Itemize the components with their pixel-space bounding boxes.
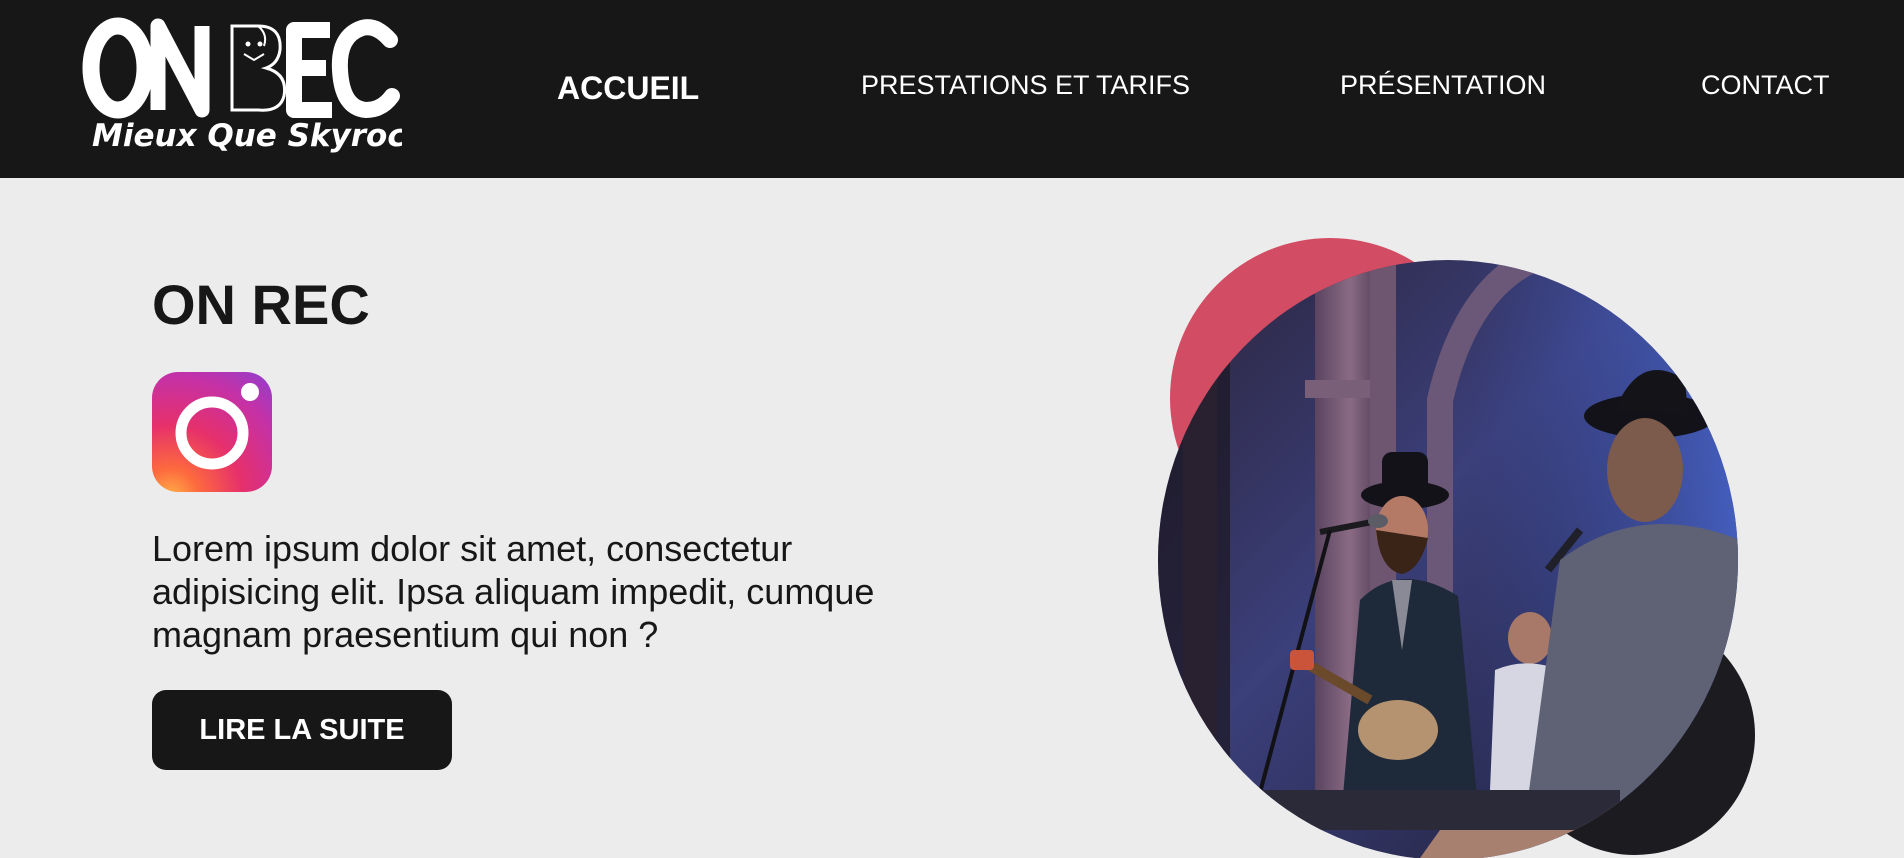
hero-title: ON REC [152,273,370,336]
nav-link-prestations-tarifs[interactable]: PRESTATIONS ET TARIFS [861,70,1190,101]
read-more-button[interactable]: LIRE LA SUITE [152,690,452,770]
nav-link-presentation[interactable]: PRÉSENTATION [1340,70,1546,101]
nav-link-accueil[interactable]: ACCUEIL [557,70,699,107]
svg-text:Mieux Que Skyrock: Mieux Que Skyrock [92,118,402,154]
hero-description: Lorem ipsum dolor sit amet, consectetur … [152,528,875,655]
brand-logo[interactable]: Mieux Que Skyrock [82,16,402,156]
site-header: Mieux Que Skyrock ACCUEIL PRESTATIONS ET… [0,0,1904,178]
hero-image-composition [1158,238,1755,858]
nav-link-contact[interactable]: CONTACT [1701,70,1830,101]
instagram-icon[interactable] [152,372,272,492]
